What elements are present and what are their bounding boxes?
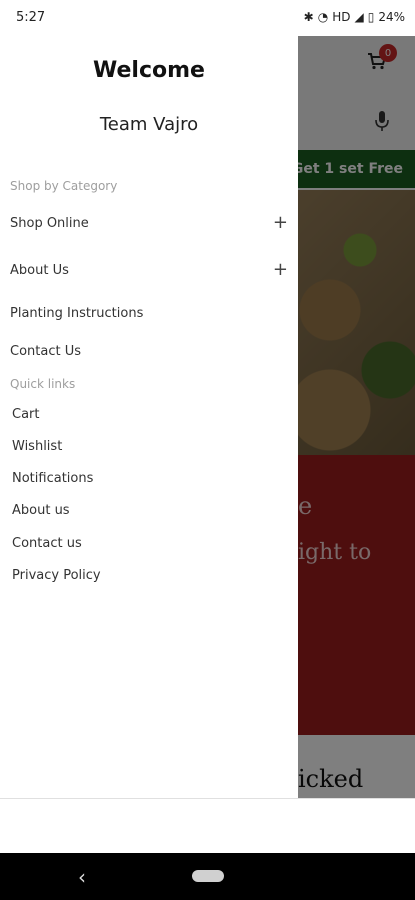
status-bar: 5:27 ✱ ◔ HD ◢ ▯ 24% — [0, 0, 415, 36]
quick-link-wishlist[interactable]: Wishlist — [12, 439, 62, 454]
status-icons: ✱ ◔ HD ◢ ▯ 24% — [304, 10, 405, 24]
navigation-drawer: Welcome Team Vajro Shop by Category Shop… — [0, 36, 298, 798]
drawer-item-contact-us[interactable]: Contact Us — [10, 344, 81, 359]
quick-link-cart[interactable]: Cart — [12, 407, 40, 422]
system-navigation-bar: ‹ — [0, 853, 415, 900]
drawer-item-shop-online[interactable]: Shop Online — [10, 216, 89, 231]
quick-link-privacy-policy[interactable]: Privacy Policy — [12, 568, 101, 583]
bottom-area — [0, 798, 415, 854]
home-pill-icon[interactable] — [192, 870, 224, 882]
section-quick-links: Quick links — [10, 377, 76, 391]
drawer-store-name: Team Vajro — [99, 114, 199, 135]
wifi-icon: ◔ — [317, 10, 329, 24]
expand-plus-icon[interactable]: + — [273, 214, 288, 232]
battery-icon: ▯ — [367, 10, 375, 24]
vibrate-icon: ✱ — [303, 10, 314, 24]
quick-link-contact-us[interactable]: Contact us — [12, 536, 82, 551]
network-type: HD — [332, 10, 351, 24]
battery-level: 24% — [378, 10, 405, 24]
status-time: 5:27 — [16, 10, 46, 25]
quick-link-about-us[interactable]: About us — [12, 503, 70, 518]
quick-link-notifications[interactable]: Notifications — [12, 471, 93, 486]
back-icon[interactable]: ‹ — [78, 865, 86, 889]
drawer-welcome-title: Welcome — [93, 58, 205, 83]
section-shop-by-category: Shop by Category — [10, 179, 118, 193]
expand-plus-icon[interactable]: + — [273, 261, 288, 279]
signal-icon: ◢ — [354, 10, 364, 24]
drawer-item-planting-instructions[interactable]: Planting Instructions — [10, 306, 143, 321]
drawer-item-about-us[interactable]: About Us — [10, 263, 69, 278]
